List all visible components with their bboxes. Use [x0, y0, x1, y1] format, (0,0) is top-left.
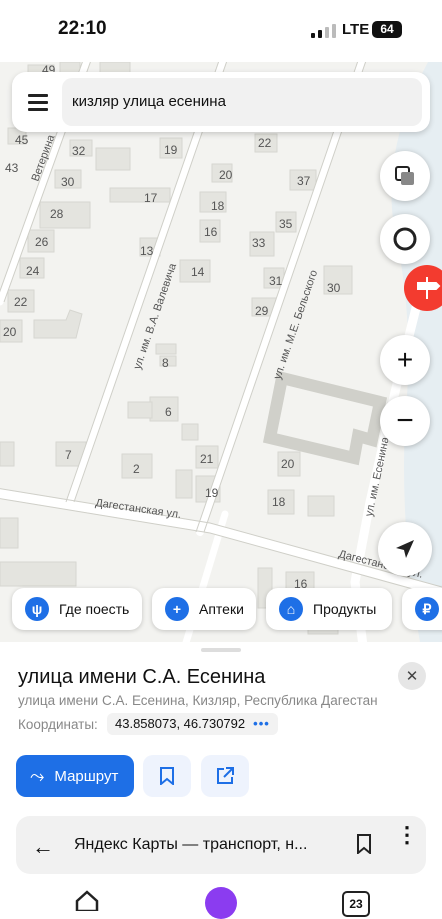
chip-food[interactable]: ψ Где поесть	[12, 588, 142, 630]
share-button[interactable]	[201, 755, 249, 797]
sheet-handle[interactable]	[201, 648, 241, 652]
bottom-navigation: 23	[0, 885, 442, 919]
house-number: 8	[162, 356, 169, 370]
fork-knife-icon: ψ	[25, 597, 49, 621]
category-chips: ψ Где поесть + Аптеки ⌂ Продукты ₽	[0, 588, 442, 632]
house-number: 7	[65, 448, 72, 462]
close-button[interactable]: ✕	[398, 662, 426, 690]
chip-groceries[interactable]: ⌂ Продукты	[266, 588, 392, 630]
home-icon[interactable]	[74, 889, 100, 911]
house-number: 35	[279, 217, 293, 231]
menu-icon[interactable]	[28, 94, 48, 111]
place-subtitle: улица имени С.А. Есенина, Кизляр, Респуб…	[18, 693, 378, 708]
house-number: 30	[61, 175, 75, 189]
search-bar: кизляр улица есенина	[12, 72, 430, 132]
house-number: 13	[140, 244, 154, 258]
tabs-count[interactable]: 23	[342, 891, 370, 917]
place-card: улица имени С.А. Есенина улица имени С.А…	[0, 642, 442, 910]
share-icon	[217, 767, 234, 784]
location-pin-icon[interactable]	[404, 265, 442, 311]
my-location-button[interactable]	[378, 522, 432, 576]
house-number: 24	[26, 264, 40, 278]
chip-more[interactable]: ₽	[402, 588, 442, 630]
house-number: 31	[269, 274, 283, 288]
house-number: 21	[200, 452, 214, 466]
house-number: 19	[164, 143, 178, 157]
kebab-menu-icon[interactable]: ⋮	[396, 824, 418, 846]
house-number: 16	[204, 225, 218, 239]
house-number: 2	[133, 462, 140, 476]
map-view[interactable]: ул. им. В.А. Валевича ул. им. М.Е. Бельс…	[0, 62, 442, 642]
house-number: 20	[281, 457, 295, 471]
zoom-in-button[interactable]: +	[380, 335, 430, 385]
house-number: 43	[5, 161, 19, 175]
house-number: 14	[191, 265, 205, 279]
house-number: 22	[258, 136, 272, 150]
alice-button[interactable]	[380, 214, 430, 264]
house-number: 28	[50, 207, 64, 221]
house-number: 18	[211, 199, 225, 213]
bookmark-button[interactable]	[143, 755, 191, 797]
map-canvas: ул. им. В.А. Валевича ул. им. М.Е. Бельс…	[0, 62, 442, 642]
bookmark-icon	[160, 767, 174, 785]
house-number: 18	[272, 495, 286, 509]
alice-icon	[393, 227, 417, 251]
signal-icon	[311, 24, 336, 38]
navigation-arrow-icon	[396, 540, 414, 558]
more-icon: •••	[253, 716, 270, 731]
plus-icon: +	[165, 597, 189, 621]
layers-button[interactable]	[380, 151, 430, 201]
tab-title: Яндекс Карты — транспорт, н...	[74, 836, 308, 853]
house-number: 45	[15, 133, 29, 147]
place-title: улица имени С.А. Есенина	[18, 666, 266, 688]
house-number: 19	[205, 486, 219, 500]
house-number: 29	[255, 304, 269, 318]
house-number: 33	[252, 236, 266, 250]
back-arrow-icon[interactable]: ←	[32, 834, 54, 860]
house-number: 17	[144, 191, 158, 205]
plus-icon: +	[396, 344, 414, 375]
house-number: 22	[14, 295, 28, 309]
coords-label: Координаты:	[18, 717, 98, 732]
house-number: 26	[35, 235, 49, 249]
app-tab-bar: ← Яндекс Карты — транспорт, н... ⋮	[16, 816, 426, 874]
house-number: 37	[297, 174, 311, 188]
streets	[0, 62, 442, 642]
tab-bookmark-icon[interactable]	[356, 834, 372, 859]
status-bar: 22:10 LTE 64	[0, 0, 442, 62]
minus-icon: −	[396, 404, 414, 437]
route-icon: ⤳	[30, 765, 45, 786]
coords-text: 43.858073, 46.730792	[115, 716, 246, 731]
street-label-esenina: ул. им. Есенина	[363, 435, 392, 517]
alice-assistant-icon[interactable]	[205, 887, 237, 919]
house-number: 20	[219, 168, 233, 182]
ruble-icon: ₽	[415, 597, 439, 621]
network-type: LTE	[342, 21, 370, 38]
chip-label: Аптеки	[199, 601, 244, 617]
coords-value[interactable]: 43.858073, 46.730792 •••	[107, 713, 278, 735]
search-query: кизляр улица есенина	[72, 93, 226, 110]
house-number: 6	[165, 405, 172, 419]
chip-pharmacy[interactable]: + Аптеки	[152, 588, 256, 630]
battery-indicator: 64	[372, 21, 402, 38]
house-number: 30	[327, 281, 341, 295]
zoom-out-button[interactable]: −	[380, 396, 430, 446]
search-input[interactable]: кизляр улица есенина	[62, 78, 422, 126]
close-icon: ✕	[405, 668, 419, 685]
layers-icon	[395, 166, 414, 185]
house-number: 32	[72, 144, 86, 158]
route-button[interactable]: ⤳ Маршрут	[16, 755, 134, 797]
basket-icon: ⌂	[279, 597, 303, 621]
status-time: 22:10	[58, 18, 107, 39]
route-label: Маршрут	[54, 767, 119, 785]
chip-label: Где поесть	[59, 601, 130, 617]
house-number: 20	[3, 325, 17, 339]
chip-label: Продукты	[313, 601, 377, 617]
